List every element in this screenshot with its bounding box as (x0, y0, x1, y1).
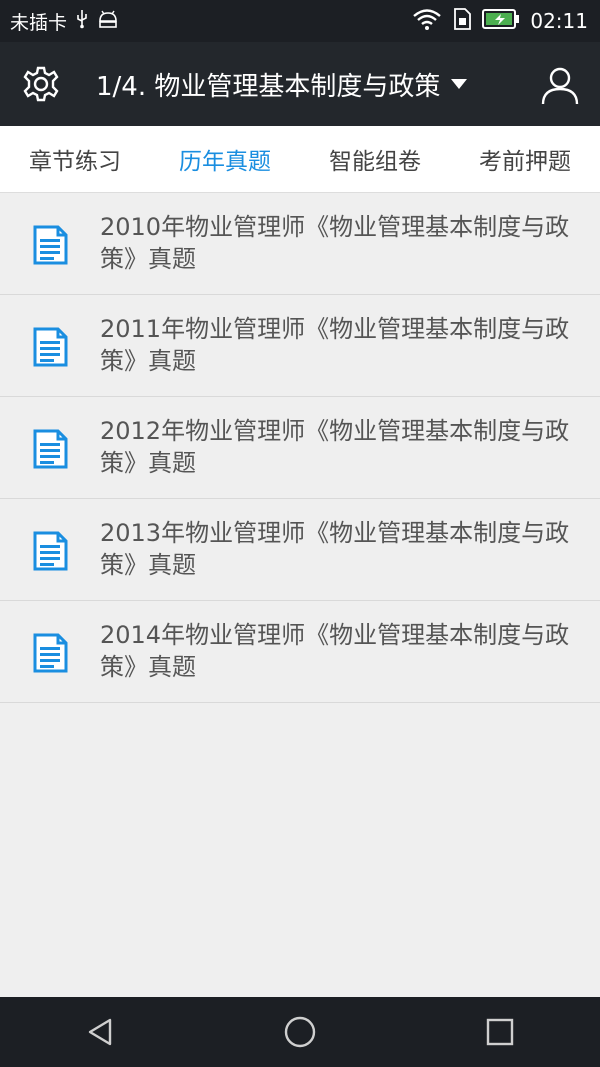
settings-button[interactable] (20, 63, 62, 105)
document-icon (33, 225, 68, 265)
back-triangle-icon (88, 1018, 112, 1046)
exam-title: 2014年物业管理师《物业管理基本制度与政策》真题 (100, 621, 570, 681)
status-right: 02:11 (412, 0, 588, 42)
document-icon (33, 633, 68, 673)
list-item[interactable]: 2010年物业管理师《物业管理基本制度与政策》真题 (0, 193, 600, 295)
exam-title: 2010年物业管理师《物业管理基本制度与政策》真题 (100, 213, 570, 273)
tab-chapter-practice[interactable]: 章节练习 (0, 126, 150, 192)
tab-label: 历年真题 (179, 149, 271, 175)
list-item[interactable]: 2013年物业管理师《物业管理基本制度与政策》真题 (0, 499, 600, 601)
user-icon (541, 67, 579, 105)
list-item[interactable]: 2014年物业管理师《物业管理基本制度与政策》真题 (0, 601, 600, 703)
sim-card-icon (452, 7, 472, 36)
tab-pre-exam[interactable]: 考前押题 (450, 126, 600, 192)
user-button[interactable] (538, 63, 582, 107)
tab-label: 考前押题 (479, 149, 571, 175)
android-debug-icon (97, 9, 119, 34)
battery-charging-icon (482, 8, 520, 35)
status-left: 未插卡 (10, 0, 119, 42)
wifi-icon (412, 8, 442, 35)
home-circle-icon (284, 1016, 316, 1048)
tab-bar: 章节练习 历年真题 智能组卷 考前押题 (0, 126, 600, 193)
usb-icon (75, 9, 89, 34)
status-bar: 未插卡 02:11 (0, 0, 600, 42)
home-button[interactable] (265, 997, 335, 1067)
document-icon (33, 429, 68, 469)
document-icon (33, 531, 68, 571)
system-nav-bar (0, 997, 600, 1067)
exam-list: 2010年物业管理师《物业管理基本制度与政策》真题 2011年物业管理师《物业管… (0, 193, 600, 703)
subject-selector[interactable]: 1/4. 物业管理基本制度与政策 (96, 42, 468, 126)
exam-title: 2012年物业管理师《物业管理基本制度与政策》真题 (100, 417, 570, 477)
exam-title: 2011年物业管理师《物业管理基本制度与政策》真题 (100, 315, 570, 375)
list-item[interactable]: 2011年物业管理师《物业管理基本制度与政策》真题 (0, 295, 600, 397)
tab-smart-paper[interactable]: 智能组卷 (300, 126, 450, 192)
tab-label: 智能组卷 (329, 149, 421, 175)
exam-title: 2013年物业管理师《物业管理基本制度与政策》真题 (100, 519, 570, 579)
recents-button[interactable] (465, 997, 535, 1067)
recents-square-icon (486, 1018, 514, 1046)
page-title: 1/4. 物业管理基本制度与政策 (96, 71, 441, 102)
caret-down-icon (451, 79, 468, 89)
list-item[interactable]: 2012年物业管理师《物业管理基本制度与政策》真题 (0, 397, 600, 499)
document-icon (33, 327, 68, 367)
carrier-label: 未插卡 (10, 11, 68, 34)
tab-past-exams[interactable]: 历年真题 (150, 126, 300, 192)
clock: 02:11 (530, 9, 588, 33)
app-bar: 1/4. 物业管理基本制度与政策 (0, 42, 600, 126)
tab-label: 章节练习 (29, 149, 121, 175)
back-button[interactable] (65, 997, 135, 1067)
gear-icon (23, 66, 59, 102)
